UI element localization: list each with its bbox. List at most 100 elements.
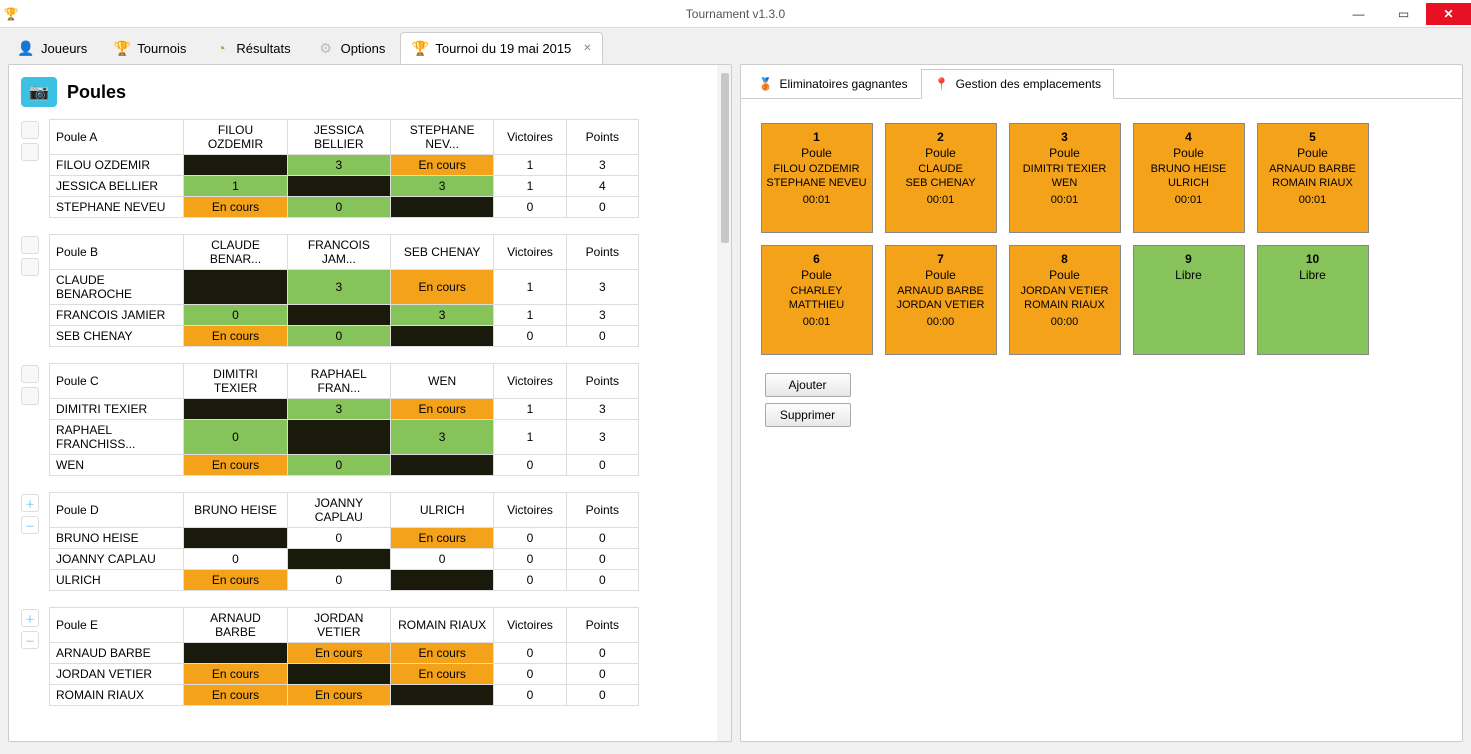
slot-card[interactable]: 7PouleARNAUD BARBEJORDAN VETIER00:00 [885,245,997,355]
score-cell[interactable]: En cours [184,664,287,685]
table-row[interactable]: FILOU OZDEMIR3En cours13 [50,155,639,176]
tab-tournaments[interactable]: 🏆 Tournois [102,32,197,64]
table-row[interactable]: ARNAUD BARBEEn coursEn cours00 [50,643,639,664]
slot-card[interactable]: 10Libre [1257,245,1369,355]
slot-player2: ROMAIN RIAUX [1024,298,1105,312]
camera-icon[interactable]: 📷 [21,77,57,107]
table-row[interactable]: FRANCOIS JAMIER0313 [50,305,639,326]
score-cell[interactable] [390,197,493,218]
scrollbar[interactable] [717,65,731,741]
maximize-button[interactable]: ▭ [1381,3,1426,25]
table-row[interactable]: SEB CHENAYEn cours000 [50,326,639,347]
tab-eliminations[interactable]: 🥉 Eliminatoires gagnantes [745,69,921,98]
scroll-thumb[interactable] [721,73,729,243]
score-cell[interactable]: 3 [287,399,390,420]
slot-card[interactable]: 9Libre [1133,245,1245,355]
score-cell[interactable] [287,549,390,570]
score-cell[interactable] [390,455,493,476]
poule-name: Poule E [50,608,184,643]
score-cell[interactable]: 0 [287,455,390,476]
slot-card[interactable]: 1PouleFILOU OZDEMIRSTEPHANE NEVEU00:01 [761,123,873,233]
score-cell[interactable] [184,643,287,664]
score-cell[interactable]: En cours [287,643,390,664]
table-row[interactable]: WENEn cours000 [50,455,639,476]
score-cell[interactable]: 3 [390,305,493,326]
score-cell[interactable] [184,155,287,176]
score-cell[interactable] [287,305,390,326]
score-cell[interactable] [390,326,493,347]
slot-card[interactable]: 6PouleCHARLEYMATTHIEU00:01 [761,245,873,355]
score-cell[interactable]: 0 [184,420,287,455]
table-row[interactable]: ROMAIN RIAUXEn coursEn cours00 [50,685,639,706]
score-cell[interactable]: En cours [184,455,287,476]
score-cell[interactable] [287,664,390,685]
score-cell[interactable]: 3 [390,176,493,197]
table-row[interactable]: JOANNY CAPLAU0000 [50,549,639,570]
tab-results[interactable]: ◔ Résultats [201,32,301,64]
table-row[interactable]: JORDAN VETIEREn coursEn cours00 [50,664,639,685]
close-tab-icon[interactable]: ✕ [583,43,591,54]
score-cell[interactable]: En cours [287,685,390,706]
points-cell: 3 [566,399,638,420]
tab-current-tournament[interactable]: 🏆 Tournoi du 19 mai 2015 ✕ [400,32,602,64]
remove-row-button[interactable]: － [21,631,39,649]
slot-card[interactable]: 5PouleARNAUD BARBEROMAIN RIAUX00:01 [1257,123,1369,233]
table-row[interactable]: CLAUDE BENAROCHE3En cours13 [50,270,639,305]
table-row[interactable]: BRUNO HEISE0En cours00 [50,528,639,549]
column-header: JORDAN VETIER [287,608,390,643]
add-slot-button[interactable]: Ajouter [765,373,851,397]
slot-card[interactable]: 4PouleBRUNO HEISEULRICH00:01 [1133,123,1245,233]
table-row[interactable]: JESSICA BELLIER1314 [50,176,639,197]
score-cell[interactable]: 3 [390,420,493,455]
wins-cell: 0 [494,643,566,664]
remove-row-button[interactable]: － [21,516,39,534]
wins-cell: 1 [494,155,566,176]
minimize-button[interactable]: — [1336,3,1381,25]
tab-players[interactable]: 👤 Joueurs [6,32,98,64]
slot-type: Poule [925,268,956,282]
score-cell[interactable]: En cours [390,399,493,420]
add-row-button[interactable]: ＋ [21,609,39,627]
delete-slot-button[interactable]: Supprimer [765,403,851,427]
table-row[interactable]: STEPHANE NEVEUEn cours000 [50,197,639,218]
score-cell[interactable]: 0 [184,305,287,326]
score-cell[interactable]: 0 [287,570,390,591]
score-cell[interactable]: 0 [287,197,390,218]
score-cell[interactable]: En cours [184,326,287,347]
score-cell[interactable]: En cours [184,197,287,218]
add-row-button[interactable]: ＋ [21,494,39,512]
table-row[interactable]: ULRICHEn cours000 [50,570,639,591]
score-cell[interactable]: 0 [390,549,493,570]
slot-card[interactable]: 8PouleJORDAN VETIERROMAIN RIAUX00:00 [1009,245,1121,355]
trophy-icon: 🏆 [113,39,131,57]
score-cell[interactable] [287,420,390,455]
score-cell[interactable] [184,528,287,549]
score-cell[interactable]: En cours [184,685,287,706]
table-row[interactable]: RAPHAEL FRANCHISS...0313 [50,420,639,455]
tab-options[interactable]: ⚙ Options [306,32,397,64]
table-row[interactable]: DIMITRI TEXIER3En cours13 [50,399,639,420]
score-cell[interactable]: 0 [287,326,390,347]
score-cell[interactable]: En cours [390,155,493,176]
score-cell[interactable]: En cours [390,528,493,549]
score-cell[interactable]: En cours [390,270,493,305]
score-cell[interactable]: En cours [390,643,493,664]
score-cell[interactable] [184,270,287,305]
score-cell[interactable]: 3 [287,155,390,176]
score-cell[interactable] [287,176,390,197]
slot-card[interactable]: 3PouleDIMITRI TEXIERWEN00:01 [1009,123,1121,233]
tab-slots[interactable]: 📍 Gestion des emplacements [921,69,1114,99]
score-cell[interactable]: En cours [390,664,493,685]
score-cell[interactable]: 0 [184,549,287,570]
score-cell[interactable]: 1 [184,176,287,197]
score-cell[interactable] [184,399,287,420]
score-cell[interactable] [390,570,493,591]
column-header: ROMAIN RIAUX [390,608,493,643]
score-cell[interactable]: 3 [287,270,390,305]
slot-card[interactable]: 2PouleCLAUDESEB CHENAY00:01 [885,123,997,233]
score-cell[interactable]: En cours [184,570,287,591]
score-cell[interactable] [390,685,493,706]
column-header: RAPHAEL FRAN... [287,364,390,399]
score-cell[interactable]: 0 [287,528,390,549]
close-button[interactable]: ✕ [1426,3,1471,25]
